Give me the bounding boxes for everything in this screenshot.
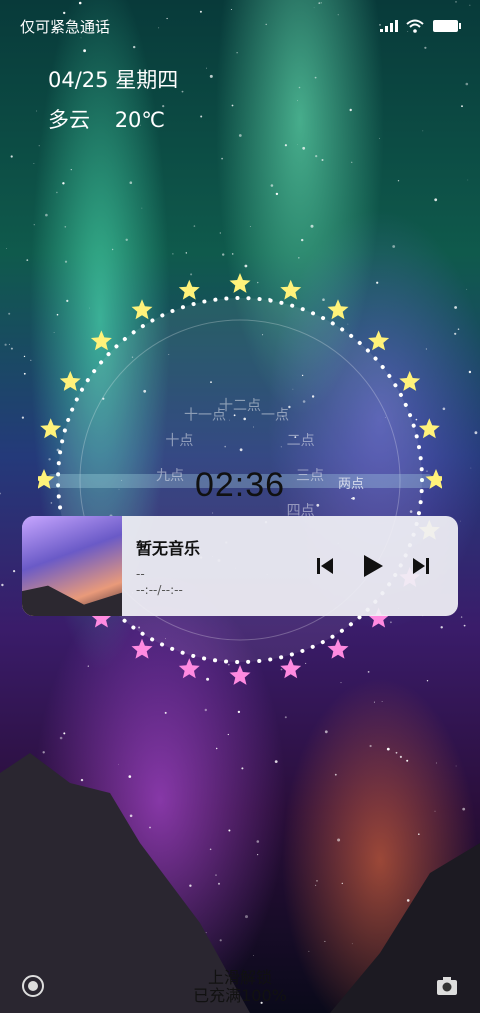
ring-star xyxy=(178,658,200,679)
previous-button[interactable] xyxy=(310,551,340,581)
play-button[interactable] xyxy=(358,551,388,581)
swipe-unlock-text: 上滑解锁 xyxy=(207,968,272,987)
ring-star xyxy=(178,279,200,300)
music-progress: --:--/--:-- xyxy=(136,583,183,597)
dial-glyph: 十二点 xyxy=(219,398,261,414)
play-icon xyxy=(364,555,383,577)
charge-status-text: 已充满100% xyxy=(193,986,287,1005)
weather-condition: 多云 xyxy=(48,108,90,132)
bottom-hint: 上滑解锁 已充满100% xyxy=(0,969,480,1005)
ring-star xyxy=(280,658,302,679)
ring-star xyxy=(59,371,81,391)
clock-time: 02:36 xyxy=(194,466,286,504)
camera-icon[interactable] xyxy=(434,973,460,999)
assistant-icon[interactable] xyxy=(20,973,46,999)
ring-star xyxy=(327,299,349,320)
ring-star xyxy=(229,273,251,293)
previous-icon xyxy=(317,558,333,574)
temperature: 20℃ xyxy=(114,108,165,132)
ring-star xyxy=(131,638,153,659)
ring-star xyxy=(327,638,349,659)
ring-star xyxy=(90,330,112,351)
ring-star xyxy=(399,371,421,391)
wifi-icon xyxy=(406,19,424,33)
ring-star xyxy=(280,279,302,300)
status-bar: 仅可紧急通话 xyxy=(20,14,462,38)
music-artist: -- xyxy=(136,567,145,581)
dial-glyph: 一点 xyxy=(261,407,289,423)
next-button[interactable] xyxy=(406,551,436,581)
ring-star xyxy=(368,330,390,351)
date-label: 04/25 星期四 xyxy=(48,68,179,92)
music-info: 暂无音乐 -- --:--/--:-- xyxy=(136,535,310,597)
signal-icon xyxy=(380,20,398,32)
dial-glyph: 十点 xyxy=(165,433,193,449)
ring-star xyxy=(229,665,251,685)
ring-star xyxy=(131,299,153,320)
battery-icon xyxy=(433,20,461,32)
album-art xyxy=(22,516,122,616)
weather-info: 多云 20℃ xyxy=(48,104,183,134)
music-title: 暂无音乐 xyxy=(136,539,201,558)
emergency-call-text: 仅可紧急通话 xyxy=(20,17,111,36)
next-icon xyxy=(413,558,429,574)
ring-star xyxy=(418,418,440,439)
dial-glyph: 二点 xyxy=(287,433,315,449)
ring-star xyxy=(40,418,62,439)
music-widget[interactable]: 暂无音乐 -- --:--/--:-- xyxy=(22,516,458,616)
